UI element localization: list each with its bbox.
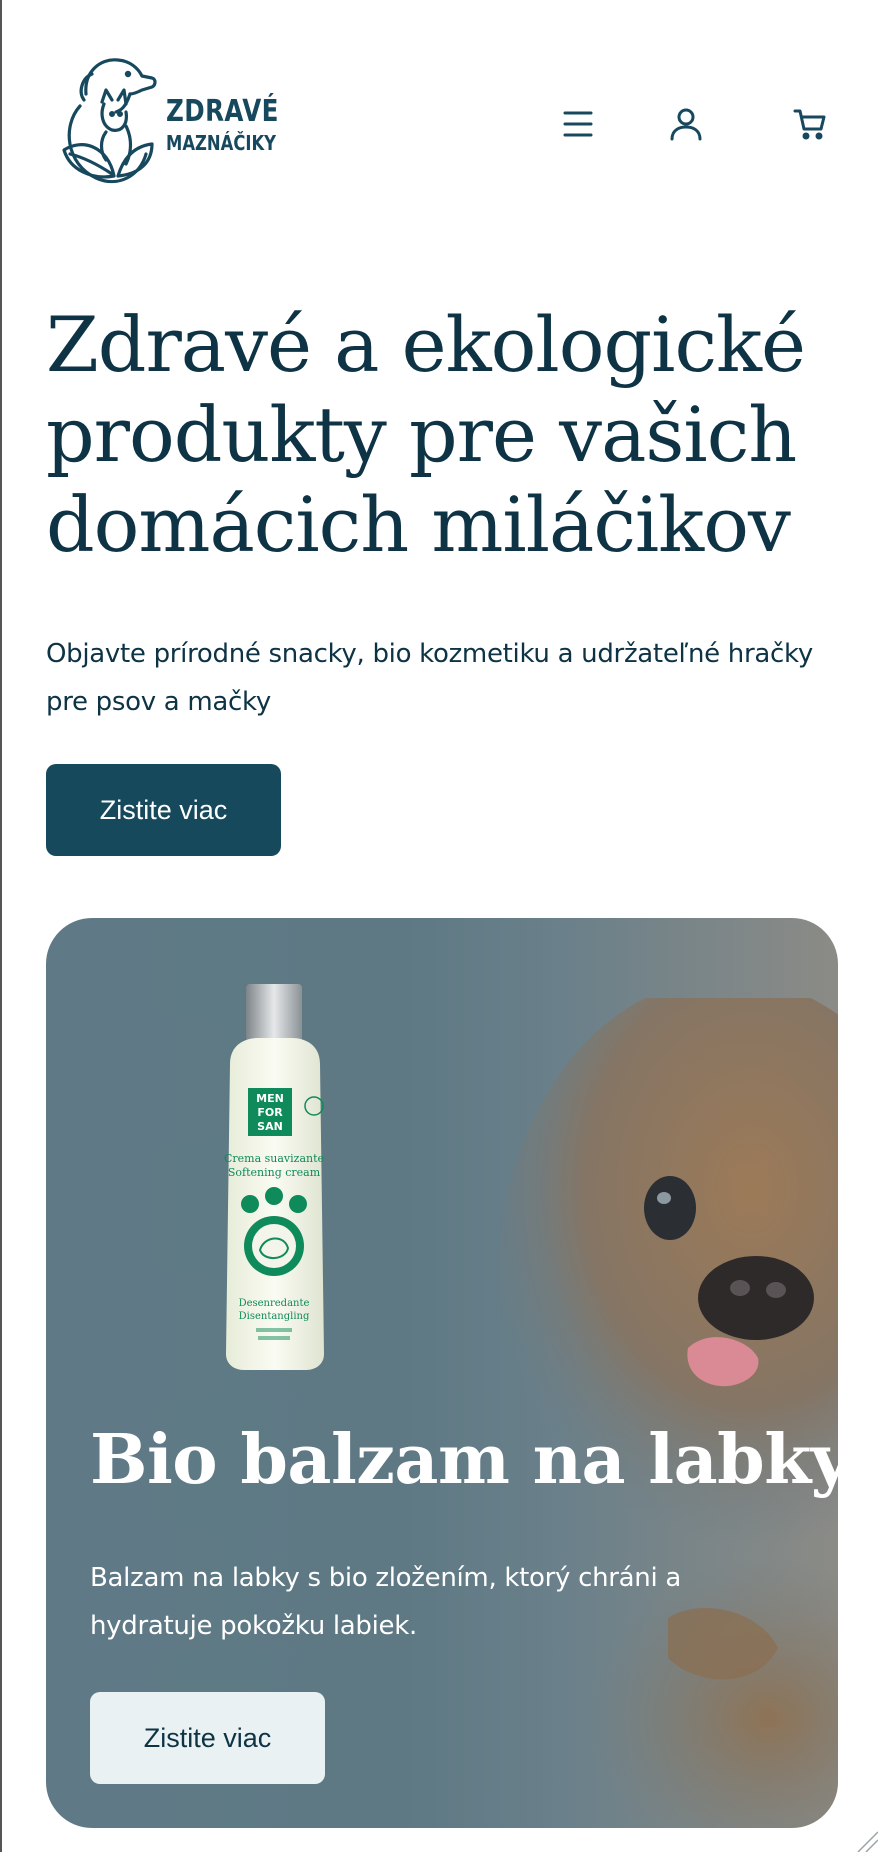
- dog-photo: [498, 998, 838, 1828]
- product-learn-more-button[interactable]: Zistite viac: [90, 1692, 325, 1784]
- resize-handle-icon[interactable]: [848, 1822, 878, 1852]
- product-card-title: Bio balzam na labky: [90, 1420, 838, 1500]
- product-card-description: Balzam na labky s bio zložením, ktorý ch…: [90, 1563, 681, 1641]
- cart-icon: [793, 109, 826, 140]
- account-icon: [670, 108, 702, 141]
- hero-section: Zdravé a ekologické produkty pre vašich …: [46, 300, 846, 726]
- product-card: MEN FOR SAN Crema suavizante Softening c…: [46, 918, 838, 1828]
- brand-name-line1: ZDRAVÉ: [166, 94, 279, 129]
- window-edge: [0, 0, 2, 1852]
- svg-text:FOR: FOR: [257, 1106, 283, 1119]
- pet-logo-icon: [62, 58, 157, 184]
- svg-text:Crema suavizante: Crema suavizante: [224, 1152, 324, 1165]
- svg-text:Disentangling: Disentangling: [239, 1311, 310, 1322]
- hero-learn-more-button[interactable]: Zistite viac: [46, 764, 281, 856]
- svg-text:SAN: SAN: [257, 1120, 283, 1133]
- hero-title: Zdravé a ekologické produkty pre vašich …: [46, 300, 806, 569]
- site-header: ZDRAVÉ MAZNÁČIKY: [0, 0, 878, 250]
- brand-name-line2: MAZNÁČIKY: [166, 131, 277, 155]
- account-button[interactable]: [666, 104, 706, 144]
- brand-logo[interactable]: ZDRAVÉ MAZNÁČIKY: [56, 54, 304, 188]
- menu-icon: [563, 111, 593, 137]
- svg-text:MEN: MEN: [256, 1092, 284, 1105]
- svg-text:Softening cream: Softening cream: [228, 1166, 321, 1179]
- cart-button[interactable]: [790, 104, 830, 144]
- hero-subtitle: Objavte prírodné snacky, bio kozmetiku a…: [46, 639, 813, 717]
- svg-text:Desenredante: Desenredante: [239, 1298, 310, 1309]
- product-bottle-image: MEN FOR SAN Crema suavizante Softening c…: [224, 984, 324, 1370]
- menu-button[interactable]: [558, 104, 598, 144]
